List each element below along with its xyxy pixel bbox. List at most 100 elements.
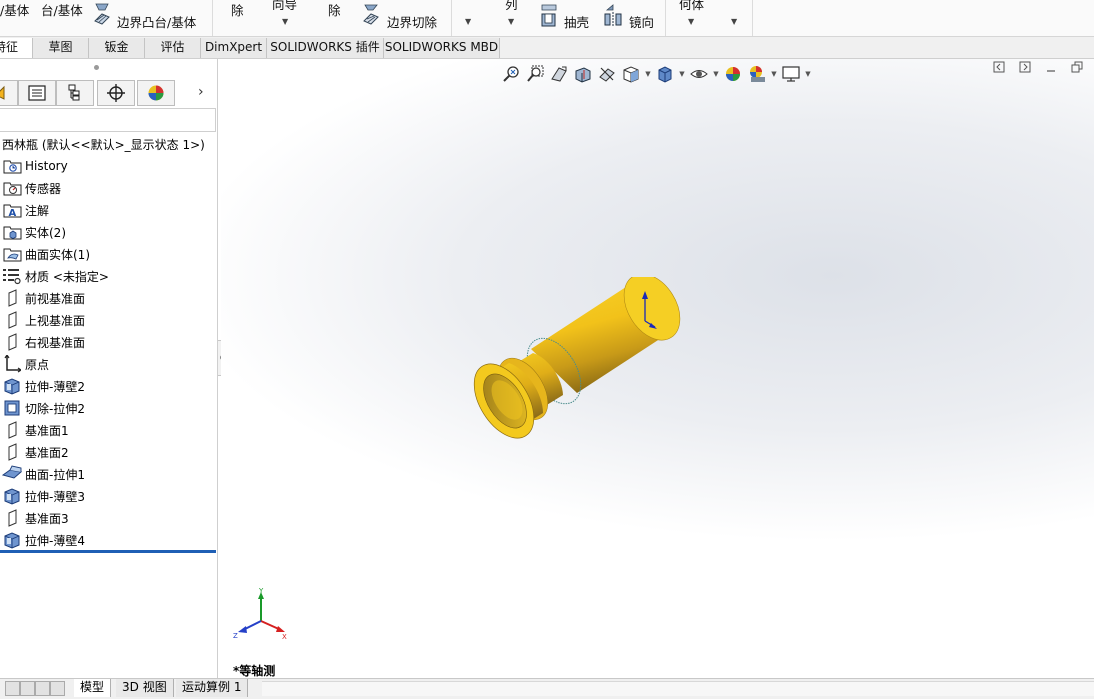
tab-configurationmanager[interactable] xyxy=(56,80,94,106)
surface-extrude-icon xyxy=(2,465,22,479)
cut-button[interactable]: 除 xyxy=(231,0,244,19)
hide-show-dropdown[interactable]: ▼ xyxy=(711,70,721,78)
curves-dropdown[interactable]: ▼ xyxy=(731,17,737,26)
configuration-icon xyxy=(68,84,80,101)
tree-item-history[interactable]: History xyxy=(0,155,218,177)
view-orientation-dropdown[interactable]: ▼ xyxy=(643,70,653,78)
tab-features[interactable]: 特征 xyxy=(0,38,33,58)
tree-item-solid-bodies[interactable]: 实体(2) xyxy=(0,221,218,243)
last-tab-button[interactable] xyxy=(50,681,65,696)
pattern-dropdown[interactable]: ▼ xyxy=(508,17,514,26)
tree-item-thin-extrude-4[interactable]: 拉伸-薄壁4 xyxy=(0,529,218,551)
previous-icon xyxy=(993,61,1005,73)
previous-window-button[interactable] xyxy=(986,59,1012,75)
tree-item-origin[interactable]: 原点 xyxy=(0,353,218,375)
annotation-folder-icon: A xyxy=(3,204,21,218)
tab-sketch[interactable]: 草图 xyxy=(33,38,89,58)
tab-model[interactable]: 模型 xyxy=(74,679,112,697)
reference-geometry-button[interactable]: 何体 xyxy=(679,0,704,13)
shell-button[interactable]: 抽壳 xyxy=(564,12,589,31)
boss-base-button[interactable]: /基体 xyxy=(0,0,29,19)
tree-item-annotations[interactable]: A 注解 xyxy=(0,199,218,221)
revolved-cut-button[interactable]: 除 xyxy=(328,0,341,19)
pane-grip[interactable] xyxy=(94,65,99,70)
tree-item-surface-bodies[interactable]: 曲面实体(1) xyxy=(0,243,218,265)
horizontal-scrollbar[interactable] xyxy=(262,681,1094,696)
zoom-to-area-icon xyxy=(527,65,544,82)
surface-bodies-folder-icon xyxy=(3,248,21,262)
tab-evaluate[interactable]: 评估 xyxy=(145,38,201,58)
tree-item-plane-1[interactable]: 基准面1 xyxy=(0,419,218,441)
tab-featuremanager[interactable] xyxy=(0,80,18,106)
hide-show-items-button[interactable] xyxy=(687,63,711,85)
tree-item-thin-extrude-2[interactable]: 拉伸-薄壁2 xyxy=(0,375,218,397)
command-ribbon: /基体 台/基体 边界凸台/基体 除 向导 ▼ 除 边界切除 ▼ 列 ▼ 抽壳 … xyxy=(0,0,1094,37)
linear-pattern-button[interactable]: 列 xyxy=(505,0,518,13)
document-window-controls xyxy=(986,59,1090,75)
previous-view-button[interactable] xyxy=(547,63,571,85)
extrude-thin-icon xyxy=(4,378,20,395)
dynamic-annotation-button[interactable] xyxy=(595,63,619,85)
vial-part-model[interactable] xyxy=(471,277,691,447)
origin-icon xyxy=(4,355,21,373)
previous-tab-button[interactable] xyxy=(20,681,35,696)
view-settings-button[interactable] xyxy=(779,63,803,85)
plane-icon xyxy=(8,443,17,461)
tree-item-front-plane[interactable]: 前视基准面 xyxy=(0,287,218,309)
tab-3d-views[interactable]: 3D 视图 xyxy=(116,679,174,697)
tree-item-top-plane[interactable]: 上视基准面 xyxy=(0,309,218,331)
next-tab-button[interactable] xyxy=(35,681,50,696)
view-settings-dropdown[interactable]: ▼ xyxy=(803,70,813,78)
tab-solidworks-addins[interactable]: SOLIDWORKS 插件 xyxy=(267,38,384,58)
tree-item-right-plane[interactable]: 右视基准面 xyxy=(0,331,218,353)
boundary-boss-button[interactable]: 边界凸台/基体 xyxy=(117,12,196,31)
tab-sheet-metal[interactable]: 钣金 xyxy=(89,38,145,58)
zoom-to-fit-button[interactable] xyxy=(499,63,523,85)
apply-scene-dropdown[interactable]: ▼ xyxy=(769,70,779,78)
boundary-cut-button[interactable]: 边界切除 xyxy=(387,12,437,31)
tree-item-sensors[interactable]: 传感器 xyxy=(0,177,218,199)
minimize-icon xyxy=(1047,70,1055,72)
zoom-to-area-button[interactable] xyxy=(523,63,547,85)
pane-tabs-scroll-right[interactable]: › xyxy=(198,84,204,100)
tab-motion-study-1[interactable]: 运动算例 1 xyxy=(176,679,249,697)
fillet-dropdown[interactable]: ▼ xyxy=(465,17,471,26)
monitor-icon xyxy=(782,66,800,82)
hole-wizard-button[interactable]: 向导 xyxy=(272,0,297,13)
restore-button[interactable] xyxy=(1064,59,1090,75)
apply-scene-button[interactable] xyxy=(745,63,769,85)
tree-item-plane-3[interactable]: 基准面3 xyxy=(0,507,218,529)
tree-item-surface-extrude-1[interactable]: 曲面-拉伸1 xyxy=(0,463,218,485)
tab-dimxpert[interactable]: DimXpert xyxy=(201,38,267,58)
edit-appearance-button[interactable] xyxy=(721,63,745,85)
minimize-button[interactable] xyxy=(1038,59,1064,75)
tree-item-thin-extrude-3[interactable]: 拉伸-薄壁3 xyxy=(0,485,218,507)
reference-geometry-dropdown[interactable]: ▼ xyxy=(688,17,694,26)
view-orientation-label: *等轴测 xyxy=(233,664,276,678)
tree-item-material[interactable]: 材质 <未指定> xyxy=(0,265,218,287)
tab-propertymanager[interactable] xyxy=(18,80,56,106)
tree-item-cut-extrude-2[interactable]: 切除-拉伸2 xyxy=(0,397,218,419)
graphics-area[interactable]: ▼ ▼ ▼ ▼ ▼ Y X Z *等轴测 xyxy=(221,59,1094,678)
tab-dimxpertmanager[interactable] xyxy=(97,80,135,106)
display-style-button[interactable] xyxy=(653,63,677,85)
tab-displaymanager[interactable] xyxy=(137,80,175,106)
appearance-sphere-icon xyxy=(148,85,164,101)
tree-filter-input[interactable] xyxy=(0,108,216,132)
section-view-button[interactable] xyxy=(571,63,595,85)
view-orientation-button[interactable] xyxy=(619,63,643,85)
tree-root-part[interactable]: 西林瓶 (默认<<默认>_显示状态 1>) xyxy=(0,133,218,155)
tab-solidworks-mbd[interactable]: SOLIDWORKS MBD xyxy=(384,38,500,58)
crosshair-icon xyxy=(107,84,125,102)
shell-icon xyxy=(541,13,556,27)
display-style-dropdown[interactable]: ▼ xyxy=(677,70,687,78)
extruded-boss-button[interactable]: 台/基体 xyxy=(41,0,83,19)
solid-bodies-folder-icon xyxy=(3,226,21,240)
next-window-button[interactable] xyxy=(1012,59,1038,75)
tree-item-plane-2[interactable]: 基准面2 xyxy=(0,441,218,463)
hole-wizard-dropdown[interactable]: ▼ xyxy=(282,17,288,26)
first-tab-button[interactable] xyxy=(5,681,20,696)
mirror-button[interactable]: 镜向 xyxy=(629,12,654,31)
rollback-bar[interactable] xyxy=(0,550,216,553)
eye-icon xyxy=(690,70,708,78)
